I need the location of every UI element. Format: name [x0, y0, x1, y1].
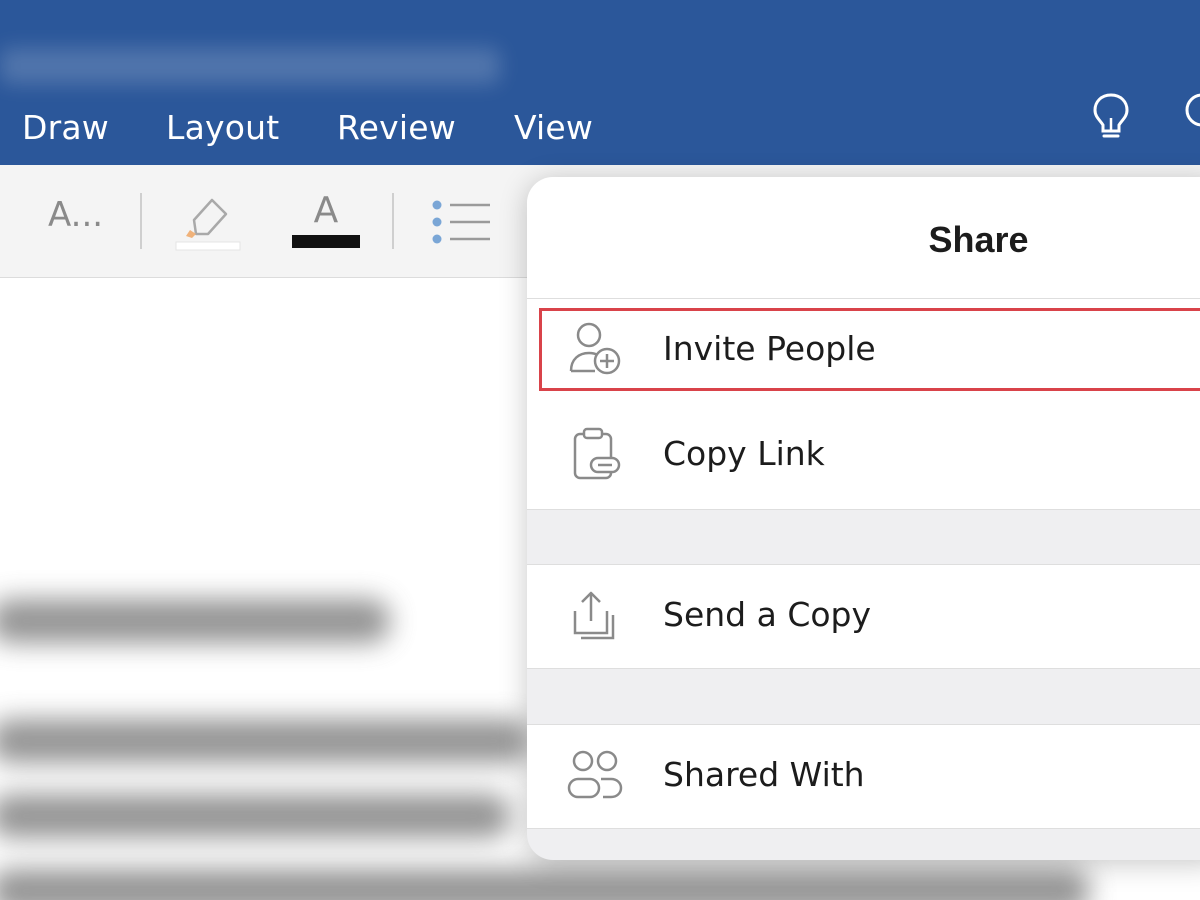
search-icon[interactable]	[1182, 92, 1200, 147]
people-icon	[567, 749, 623, 808]
invite-people-label: Invite People	[663, 329, 876, 368]
lightbulb-icon[interactable]	[1092, 92, 1130, 147]
tab-view[interactable]: View	[514, 108, 593, 147]
copy-link-icon	[567, 426, 623, 487]
tab-layout[interactable]: Layout	[166, 108, 279, 147]
font-color-glyph: A	[313, 190, 339, 231]
send-a-copy-item[interactable]: Send a Copy	[527, 565, 1200, 670]
share-section-shared-with: Shared With	[527, 724, 1200, 829]
share-popover: Share Invite People Copy Link Send a Cop…	[527, 177, 1200, 860]
share-section-invite: Invite People Copy Link	[527, 298, 1200, 510]
highlighter-icon[interactable]	[172, 190, 242, 259]
font-color-swatch	[292, 235, 360, 248]
shared-with-item[interactable]: Shared With	[527, 725, 1200, 830]
blurred-text-line	[0, 869, 1090, 900]
share-section-send: Send a Copy	[527, 564, 1200, 669]
bullet-list-icon[interactable]	[428, 197, 494, 252]
shared-with-label: Shared With	[663, 755, 865, 794]
blurred-heading	[0, 599, 390, 643]
ribbon-header: Draw Layout Review View	[0, 0, 1200, 165]
blurred-text-line	[0, 794, 510, 838]
add-person-icon	[567, 321, 623, 380]
invite-people-item[interactable]: Invite People	[527, 299, 1200, 404]
share-header: Share	[527, 177, 1200, 299]
share-title: Share	[928, 219, 1029, 260]
font-color-button[interactable]: A	[290, 191, 362, 248]
toolbar-divider	[140, 193, 142, 249]
copy-link-item[interactable]: Copy Link	[527, 404, 1200, 509]
font-style-button[interactable]: A...	[48, 195, 103, 235]
toolbar-divider	[392, 193, 394, 249]
tab-review[interactable]: Review	[337, 108, 456, 147]
copy-link-label: Copy Link	[663, 434, 825, 473]
document-title-blurred	[0, 48, 500, 84]
share-upload-icon	[567, 587, 623, 648]
send-a-copy-label: Send a Copy	[663, 595, 872, 634]
tab-draw[interactable]: Draw	[22, 108, 109, 147]
blurred-text-line	[0, 719, 530, 763]
